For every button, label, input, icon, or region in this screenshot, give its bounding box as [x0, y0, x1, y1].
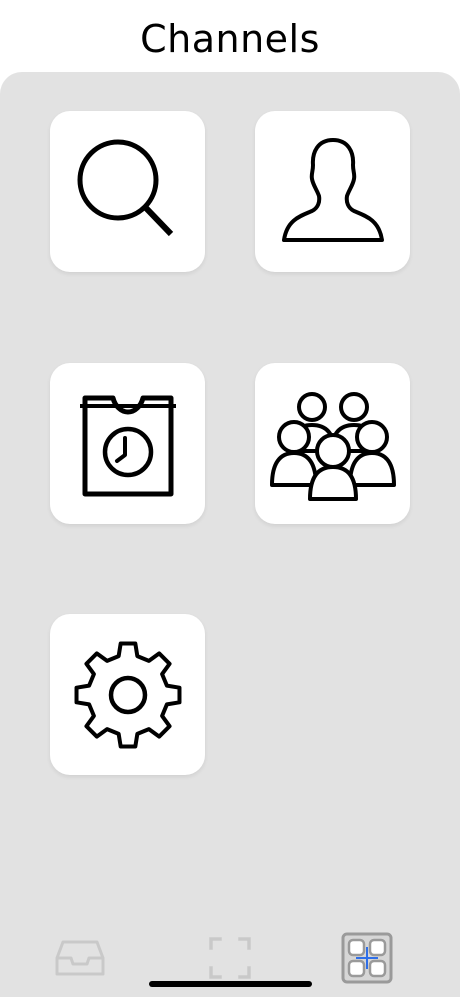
- tab-inbox[interactable]: [50, 930, 110, 986]
- settings-tile[interactable]: [50, 614, 205, 775]
- home-indicator: [149, 981, 312, 987]
- channels-panel: [0, 72, 460, 997]
- scan-frame-icon: [209, 937, 251, 979]
- archive-tile[interactable]: [50, 363, 205, 524]
- search-tile[interactable]: [50, 111, 205, 272]
- channels-grid-icon: [341, 932, 393, 984]
- groups-tile[interactable]: [255, 363, 410, 524]
- page-title: Channels: [140, 17, 320, 61]
- contacts-tile[interactable]: [255, 111, 410, 272]
- gear-icon: [74, 641, 181, 748]
- archive-clock-icon: [79, 395, 176, 496]
- inbox-tray-icon: [55, 940, 105, 976]
- tab-scan[interactable]: [200, 930, 260, 986]
- search-icon: [77, 139, 173, 236]
- group-icon: [269, 392, 396, 501]
- tab-channels[interactable]: [337, 930, 397, 986]
- person-icon: [281, 137, 384, 242]
